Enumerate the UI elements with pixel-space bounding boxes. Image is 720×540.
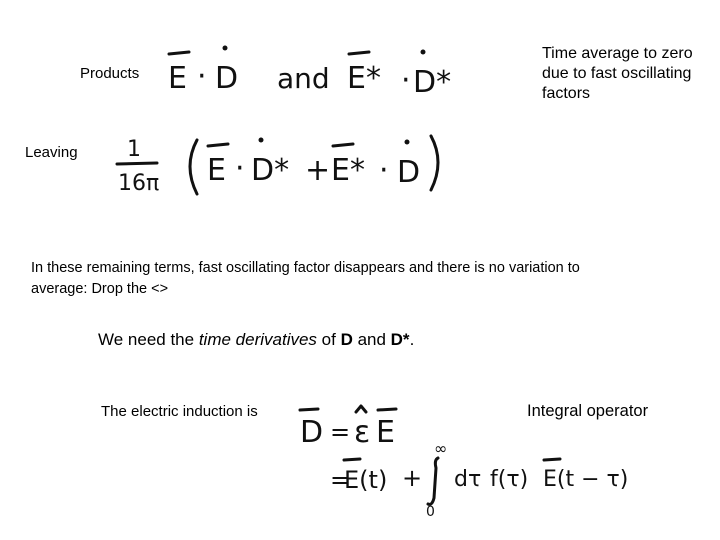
eq-lhs-D: D bbox=[300, 415, 323, 450]
need-and: and bbox=[352, 330, 391, 349]
eq-denominator: 16π bbox=[118, 171, 159, 196]
eq-dot2: · bbox=[379, 153, 389, 188]
open-paren bbox=[188, 138, 199, 196]
eq-numerator: 1 bbox=[127, 137, 141, 162]
eq-D: D bbox=[215, 61, 238, 96]
eq-equals: = bbox=[330, 418, 350, 446]
eq-dot2: · bbox=[401, 63, 411, 98]
need-suffix: . bbox=[409, 330, 415, 349]
eq-Et: E(t) bbox=[344, 466, 387, 494]
eq-E: E bbox=[376, 415, 395, 450]
eq-dot: · bbox=[197, 59, 207, 94]
integral-sign-icon bbox=[426, 456, 440, 506]
vector-bar-icon bbox=[342, 457, 362, 462]
products-label: Products bbox=[80, 65, 140, 82]
remaining-terms-text: In these remaining terms, fast oscillati… bbox=[31, 258, 580, 300]
eq-E: E bbox=[207, 153, 226, 188]
eq-D: D bbox=[397, 155, 420, 190]
time-derivative-dot-icon bbox=[404, 139, 410, 145]
time-average-note: Time average to zero due to fast oscilla… bbox=[542, 45, 693, 102]
eq-dtau: dτ bbox=[454, 467, 481, 492]
eq-upper-limit: ∞ bbox=[434, 439, 447, 458]
vector-bar-icon bbox=[298, 407, 320, 412]
close-paren bbox=[429, 134, 440, 192]
vector-bar-icon bbox=[542, 457, 562, 462]
vector-bar-icon bbox=[167, 50, 191, 56]
products-equation: E · D and E* · D* bbox=[167, 45, 451, 100]
eq-plus: + bbox=[305, 153, 330, 188]
eq-and: and bbox=[277, 62, 330, 95]
vector-bar-icon bbox=[331, 142, 355, 148]
time-derivatives-sentence: We need the time derivatives of D and D*… bbox=[98, 330, 414, 350]
need-bold-d: D bbox=[340, 330, 353, 349]
eq-eps: ε bbox=[354, 415, 370, 450]
eq-plus: + bbox=[402, 464, 422, 492]
products-term1: E · D bbox=[167, 45, 238, 96]
eq-Etau: E(t − τ) bbox=[543, 467, 628, 492]
fraction-bar bbox=[115, 161, 159, 166]
electric-induction-label: The electric induction is bbox=[101, 403, 258, 420]
eq-Estar: E* bbox=[331, 153, 365, 188]
eq-f: f(τ) bbox=[490, 467, 528, 492]
hat-icon bbox=[354, 404, 368, 414]
vector-bar-icon bbox=[376, 407, 398, 412]
need-bold-dstar: D* bbox=[390, 330, 410, 349]
need-middle: of bbox=[316, 330, 341, 349]
remaining-terms-line-2: average: Drop the <> bbox=[31, 281, 169, 297]
leaving-label: Leaving bbox=[25, 144, 78, 161]
eq-Dstar: D* bbox=[413, 65, 451, 100]
products-term2: E* · D* bbox=[347, 49, 451, 100]
need-prefix: We need the bbox=[98, 330, 199, 349]
time-derivative-dot-icon bbox=[222, 45, 228, 51]
induction-equation: D = ε E = E(t) + ∞ 0 dτ f(τ) E(t − τ) bbox=[298, 404, 628, 520]
leaving-equation: 1 16π E · D* + E* · D bbox=[115, 134, 440, 196]
time-derivative-dot-icon bbox=[420, 49, 426, 55]
time-derivative-dot-icon bbox=[258, 137, 264, 143]
eq-Dstar: D* bbox=[251, 153, 289, 188]
eq-Estar: E* bbox=[347, 61, 381, 96]
vector-bar-icon bbox=[206, 142, 230, 148]
eq-lower-limit: 0 bbox=[426, 504, 435, 520]
eq-E: E bbox=[168, 61, 187, 96]
eq-dot: · bbox=[235, 151, 245, 186]
remaining-terms-line-1: In these remaining terms, fast oscillati… bbox=[31, 260, 580, 276]
need-italic: time derivatives bbox=[198, 330, 317, 349]
vector-bar-icon bbox=[347, 50, 371, 56]
